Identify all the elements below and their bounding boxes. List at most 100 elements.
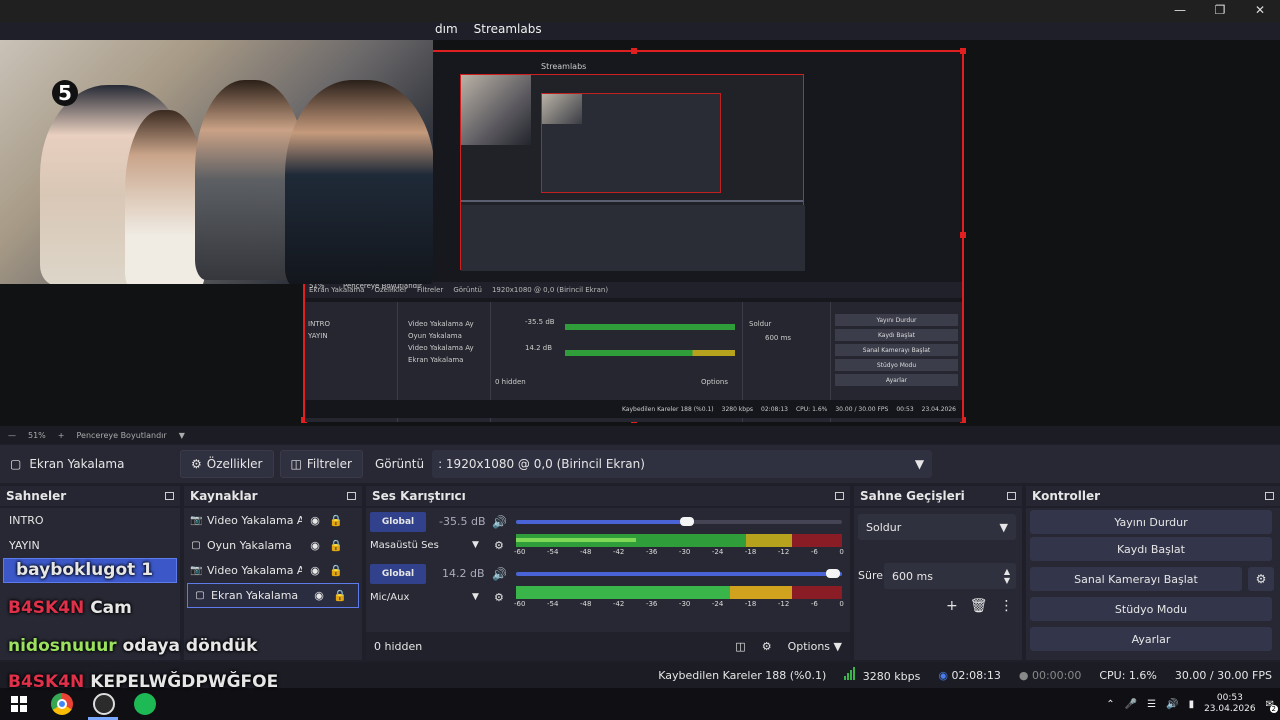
undock-icon[interactable] <box>165 492 174 500</box>
obs-icon[interactable] <box>93 693 115 715</box>
meter-ticks: -60 -54 -48 -42 -36 -30 -24 -18 -12 -6 0 <box>514 548 844 556</box>
transition-type: Soldur <box>866 520 902 534</box>
mini-menu: Streamlabs <box>541 62 587 71</box>
source-item[interactable]: 📷 Video Yakalama Ay ◉ 🔒 <box>184 508 362 533</box>
undock-icon[interactable] <box>835 492 844 500</box>
filters-label: Filtreler <box>306 457 352 471</box>
mixer-body: Global -35.5 dB 🔊 Masaüstü Ses ▼ ⚙ -60 -… <box>366 508 850 660</box>
mixer-tag[interactable]: Global <box>370 564 426 584</box>
scene-item[interactable]: INTRO <box>0 508 180 533</box>
slider-knob[interactable] <box>680 517 694 526</box>
mixer-tag[interactable]: Global <box>370 512 426 532</box>
lock-icon[interactable]: 🔒 <box>328 564 344 577</box>
chevron-down-icon: ▼ <box>999 520 1008 534</box>
undock-icon[interactable] <box>1265 492 1274 500</box>
dock-title: Sahne Geçişleri <box>860 489 965 503</box>
stream-icon: ◉ <box>938 668 948 682</box>
resize-handle[interactable] <box>631 48 637 54</box>
notification-count: 2 <box>1269 704 1278 713</box>
start-virtual-camera-button[interactable]: Sanal Kamerayı Başlat <box>1030 567 1242 591</box>
undock-icon[interactable] <box>347 492 356 500</box>
display-select[interactable]: : 1920x1080 @ 0,0 (Birincil Ekran) ▼ <box>432 450 933 478</box>
scene-item[interactable]: YAYIN <box>0 533 180 558</box>
volume-icon[interactable]: 🔊 <box>492 567 507 581</box>
chevron-down-icon[interactable]: ▼ <box>179 431 185 440</box>
chevron-up-icon[interactable]: ⌃ <box>1106 699 1114 710</box>
scene-item-selected[interactable]: E <box>3 558 177 583</box>
menu-streamlabs[interactable]: Streamlabs <box>471 22 545 40</box>
preview-area[interactable]: Streamlabs Ekran Yakalama Özellikler Fil… <box>0 40 1280 426</box>
nested-preview <box>460 74 805 271</box>
monitor-icon: ▢ <box>10 457 22 471</box>
source-item-selected[interactable]: ▢ Ekran Yakalama ◉ 🔒 <box>187 583 359 608</box>
camera-icon: 📷 <box>190 515 203 526</box>
meter-ticks: -60 -54 -48 -42 -36 -30 -24 -18 -12 -6 0 <box>514 600 844 608</box>
lock-icon[interactable]: 🔒 <box>332 589 348 602</box>
audio-settings-icon[interactable]: ⚙ <box>494 591 504 604</box>
clock[interactable]: 00:53 23.04.2026 <box>1204 693 1256 715</box>
settings-button[interactable]: Ayarlar <box>1030 627 1272 651</box>
fit-to-window-label[interactable]: Pencereye Boyutlandır <box>76 431 166 440</box>
dock-header: Sahne Geçişleri <box>854 486 1022 506</box>
menu-help[interactable]: dım <box>432 22 461 40</box>
microphone-icon[interactable]: 🎤 <box>1125 699 1137 710</box>
eye-icon[interactable]: ◉ <box>307 564 323 577</box>
resize-handle[interactable] <box>960 48 966 54</box>
spin-arrows-icon[interactable]: ▲ ▼ <box>1004 567 1010 585</box>
eye-icon[interactable]: ◉ <box>307 539 323 552</box>
windows-start-icon[interactable] <box>11 696 27 712</box>
trash-icon[interactable]: 🗑 <box>970 598 988 614</box>
zoom-out-icon[interactable]: — <box>8 431 16 440</box>
lock-icon[interactable]: 🔒 <box>328 539 344 552</box>
options-button[interactable]: Options ▼ <box>788 640 842 653</box>
battery-icon[interactable]: ▮ <box>1189 699 1195 710</box>
filters-button[interactable]: ◫ Filtreler <box>279 450 363 478</box>
volume-icon[interactable]: 🔊 <box>1166 699 1178 710</box>
volume-icon[interactable]: 🔊 <box>492 515 507 529</box>
chevron-down-icon[interactable]: ▼ <box>472 592 479 602</box>
mini-context-value: 1920x1080 @ 0,0 (Birincil Ekran) <box>491 286 609 294</box>
audio-settings-icon[interactable]: ⚙ <box>494 539 504 552</box>
record-icon: ● <box>1018 668 1029 682</box>
gear-icon[interactable]: ⚙ <box>762 640 772 653</box>
add-icon[interactable]: + <box>946 598 958 614</box>
eye-icon[interactable]: ◉ <box>307 514 323 527</box>
eye-icon[interactable]: ◉ <box>311 589 327 602</box>
source-item[interactable]: 📷 Video Yakalama Ay ◉ 🔒 <box>184 558 362 583</box>
spotify-icon[interactable] <box>134 693 156 715</box>
maximize-icon[interactable]: ❐ <box>1200 0 1240 20</box>
layout-icon[interactable]: ◫ <box>735 640 745 653</box>
menu-bar: dım Streamlabs <box>432 22 545 40</box>
studio-mode-button[interactable]: Stüdyo Modu <box>1030 597 1272 621</box>
duration-spinbox[interactable]: 600 ms ▲ ▼ <box>884 563 1016 589</box>
nested-inner-preview <box>541 93 721 193</box>
zoom-in-icon[interactable]: + <box>58 431 65 440</box>
properties-button[interactable]: ⚙ Özellikler <box>180 450 274 478</box>
obs-window: — ❐ ✕ dım Streamlabs Streamlabs Ekran Ya… <box>0 0 1280 720</box>
lock-icon[interactable]: 🔒 <box>328 514 344 527</box>
cpu-usage: CPU: 1.6% <box>1099 668 1157 682</box>
transition-select[interactable]: Soldur ▼ <box>858 514 1016 540</box>
close-icon[interactable]: ✕ <box>1240 0 1280 20</box>
chevron-down-icon[interactable]: ▼ <box>472 540 479 550</box>
minimize-icon[interactable]: — <box>1160 0 1200 20</box>
sources-list: 📷 Video Yakalama Ay ◉ 🔒 ▢ Oyun Yakalama … <box>184 508 362 660</box>
stop-streaming-button[interactable]: Yayını Durdur <box>1030 510 1272 534</box>
properties-label: Özellikler <box>206 457 263 471</box>
notification-icon[interactable]: ✉ 2 <box>1266 699 1278 713</box>
start-recording-button[interactable]: Kaydı Başlat <box>1030 537 1272 561</box>
volume-slider[interactable] <box>516 517 842 526</box>
slider-knob[interactable] <box>826 569 840 578</box>
gear-icon[interactable]: ⚙ <box>1248 567 1274 591</box>
more-icon[interactable]: ⋮ <box>1000 598 1014 614</box>
dock-title: Kaynaklar <box>190 489 258 503</box>
dropped-frames: Kaybedilen Kareler 188 (%0.1) <box>658 668 827 682</box>
volume-slider[interactable] <box>516 569 842 578</box>
network-icon[interactable]: ☰ <box>1147 699 1156 710</box>
resize-handle[interactable] <box>960 232 966 238</box>
duration-label: Süre <box>858 569 884 582</box>
source-label: Video Yakalama Ay <box>207 564 302 577</box>
source-item[interactable]: ▢ Oyun Yakalama ◉ 🔒 <box>184 533 362 558</box>
chrome-icon[interactable] <box>51 693 73 715</box>
undock-icon[interactable] <box>1007 492 1016 500</box>
